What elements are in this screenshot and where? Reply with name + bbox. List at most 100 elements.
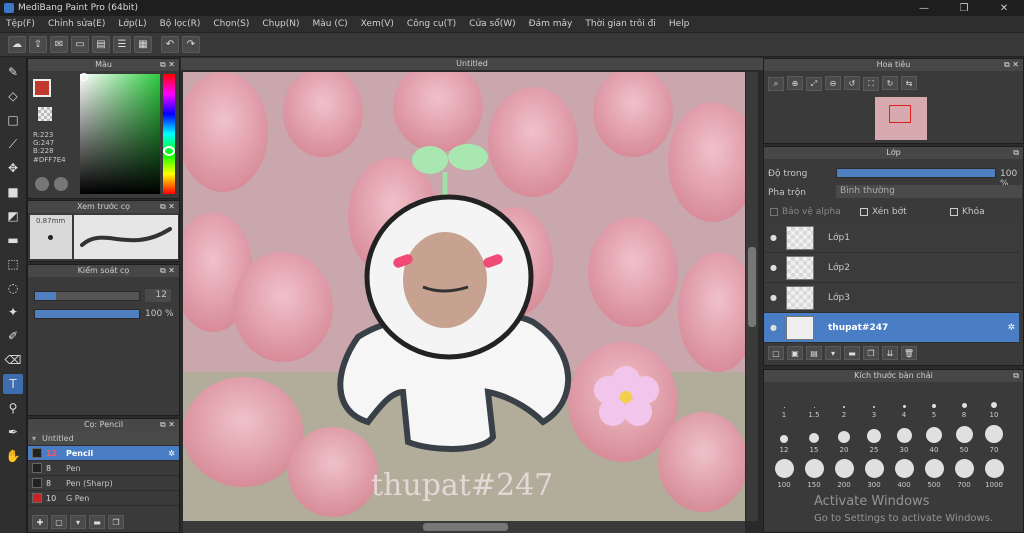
minimize-button[interactable]: — [904,3,944,14]
brush-size-cell[interactable]: 150 [799,456,829,489]
eyedropper-tool-icon[interactable]: ✒ [3,422,23,442]
panel-close-icon[interactable]: ⧉ [1013,370,1019,382]
canvas-horizontal-scrollbar[interactable] [183,521,745,533]
visibility-icon[interactable]: ● [770,293,780,302]
brush-size-cell[interactable]: 3 [859,386,889,419]
visibility-icon[interactable]: ● [770,323,780,332]
brush-tool-icon[interactable]: ✎ [3,62,23,82]
maximize-button[interactable]: ❐ [944,3,984,14]
navigator-viewport[interactable] [889,105,911,123]
brush-size-slider[interactable] [34,291,140,301]
brush-size-cell[interactable]: 500 [919,456,949,489]
document-icon[interactable]: ▤ [92,36,110,53]
brush-size-cell[interactable]: 50 [949,421,979,454]
panel-close-icon[interactable]: ⧉ ✕ [1004,59,1019,71]
menu-cloud[interactable]: Đám mây [529,19,573,29]
panel-close-icon[interactable]: ⧉ ✕ [160,201,175,213]
gear-icon[interactable]: ✲ [1007,323,1015,333]
zoom-out-icon[interactable]: ⊖ [825,76,841,90]
menu-snap[interactable]: Chụp(N) [262,19,299,29]
layer-row-lop2[interactable]: ● Lớp2 [764,253,1019,283]
grid-icon[interactable]: ▦ [134,36,152,53]
flip-icon[interactable]: ⇆ [901,76,917,90]
color-field[interactable] [80,74,160,194]
foreground-swatch[interactable] [33,79,51,97]
layer-opacity-slider[interactable] [836,168,996,178]
gradient-tool-icon[interactable]: ▬ [3,230,23,250]
brush-size-cell[interactable]: 100 [769,456,799,489]
delete-layer-icon[interactable]: 🗑 [901,346,917,360]
layer-row-lop3[interactable]: ● Lớp3 [764,283,1019,313]
panel-close-icon[interactable]: ⧉ ✕ [160,265,175,277]
brush-item-pen[interactable]: 8 Pen [28,461,179,476]
brush-size-cell[interactable]: 4 [889,386,919,419]
folder-icon[interactable]: ▬ [89,515,105,529]
palette-icon[interactable] [35,177,49,191]
menu-window[interactable]: Cửa sổ(W) [469,19,515,29]
protect-alpha-option[interactable]: Bảo vệ alpha [770,207,841,217]
visibility-icon[interactable]: ● [770,263,780,272]
canvas-tab[interactable]: Untitled [181,58,763,70]
horizontal-scroll-thumb[interactable] [423,523,508,531]
brush-size-cell[interactable]: 25 [859,421,889,454]
group-collapse-icon[interactable]: ▾ [32,434,42,443]
text-tool-icon[interactable]: T [3,374,23,394]
visibility-icon[interactable]: ● [770,233,780,242]
rotate-right-icon[interactable]: ↻ [882,76,898,90]
close-button[interactable]: ✕ [984,3,1024,14]
lock-checkbox[interactable]: Khóa [950,207,985,217]
bucket-tool-icon[interactable]: ◩ [3,206,23,226]
rotate-left-icon[interactable]: ↺ [844,76,860,90]
menu-help[interactable]: Help [669,19,690,29]
menu-file[interactable]: Tệp(F) [6,19,35,29]
gear-icon[interactable]: ✲ [168,449,175,458]
move-tool-icon[interactable]: ✥ [3,158,23,178]
brush-size-cell[interactable]: 12 [769,421,799,454]
brush-menu-icon[interactable]: ▾ [70,515,86,529]
upload-icon[interactable]: ⇪ [29,36,47,53]
duplicate-layer-icon[interactable]: ❐ [863,346,879,360]
background-swatch[interactable] [38,107,52,121]
zoom-in-icon[interactable]: ⊕ [787,76,803,90]
cloud-icon[interactable]: ☁ [8,36,26,53]
menu-timelapse[interactable]: Thời gian trôi đi [585,19,655,29]
brush-size-cell[interactable]: 700 [949,456,979,489]
brush-size-cell[interactable]: 1 [769,386,799,419]
clipping-checkbox[interactable]: Xén bớt [860,207,907,217]
menu-filter[interactable]: Bộ lọc(R) [160,19,201,29]
brush-group-row[interactable]: ▾ Untitled [28,431,179,446]
operation-tool-icon[interactable]: ⚲ [3,398,23,418]
new-layer-icon[interactable]: ▢ [768,346,784,360]
undo-icon[interactable]: ↶ [161,36,179,53]
new-1bit-layer-icon[interactable]: ▤ [806,346,822,360]
brush-item-pen-sharp[interactable]: 8 Pen (Sharp) [28,476,179,491]
eraser-tool-icon[interactable]: ◇ [3,86,23,106]
select-rect-tool-icon[interactable]: ⬚ [3,254,23,274]
brush-size-cell[interactable]: 1000 [979,456,1009,489]
zoom-search-icon[interactable]: ⌕ [768,76,784,91]
brush-size-value[interactable]: 12 [145,289,171,302]
menu-color[interactable]: Màu (C) [313,19,348,29]
brush-item-pencil[interactable]: 12 Pencil ✲ [28,446,179,461]
menu-layer[interactable]: Lớp(L) [118,19,146,29]
layer-row-lop1[interactable]: ● Lớp1 [764,223,1019,253]
fit-icon[interactable]: ⤢ [806,76,822,91]
new-halftone-layer-icon[interactable]: ▣ [787,346,803,360]
magic-wand-tool-icon[interactable]: ✦ [3,302,23,322]
brush-size-cell[interactable]: 40 [919,421,949,454]
vertical-scroll-thumb[interactable] [748,247,756,327]
menu-select[interactable]: Chọn(S) [213,19,249,29]
list-icon[interactable]: ☰ [113,36,131,53]
select-eraser-tool-icon[interactable]: ⌫ [3,350,23,370]
hue-slider[interactable] [163,74,175,194]
screen-icon[interactable]: ▭ [71,36,89,53]
brush-size-cell[interactable]: 15 [799,421,829,454]
comment-icon[interactable]: ✉ [50,36,68,53]
brush-size-cell[interactable]: 5 [919,386,949,419]
brush-size-cell[interactable]: 30 [889,421,919,454]
merge-layer-icon[interactable]: ⇊ [882,346,898,360]
menu-tools[interactable]: Công cụ(T) [407,19,456,29]
fill-rect-tool-icon[interactable]: ■ [3,182,23,202]
brush-size-cell[interactable]: 300 [859,456,889,489]
line-tool-icon[interactable]: ⟋ [3,134,23,154]
